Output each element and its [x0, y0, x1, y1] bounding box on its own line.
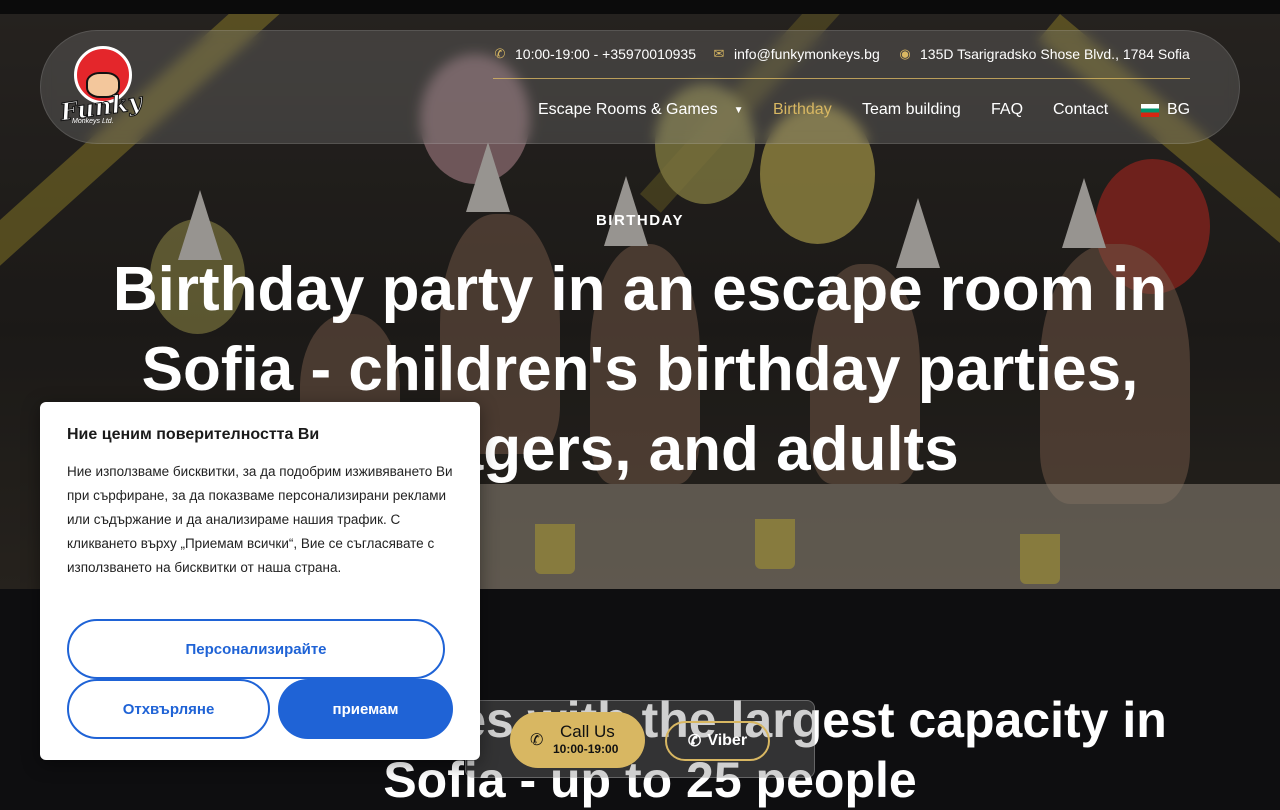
nav-contact[interactable]: Contact	[1053, 98, 1108, 122]
nav-faq-label: FAQ	[991, 101, 1024, 118]
viber-button[interactable]: ✆ Viber	[665, 721, 770, 761]
phone-icon: ✆	[530, 732, 544, 749]
mail-icon: ✉	[713, 46, 725, 61]
nav-escape-label: Escape Rooms & Games	[538, 101, 718, 118]
nav-contact-label: Contact	[1053, 101, 1109, 118]
nav-team-building[interactable]: Team building	[862, 98, 961, 122]
email-text: info@funkymonkeys.bg	[734, 46, 880, 62]
nav-faq[interactable]: FAQ	[991, 98, 1023, 122]
language-label: BG	[1167, 101, 1191, 118]
cookie-body: Ние използваме бисквитки, за да подобрим…	[67, 464, 453, 575]
call-us-label: Call Us	[560, 722, 615, 741]
cookie-title: Ние ценим поверителността Ви	[67, 426, 320, 443]
customize-button[interactable]: Персонализирайте	[67, 619, 445, 679]
viber-icon: ✆	[687, 733, 702, 750]
reject-button[interactable]: Отхвърляне	[67, 679, 270, 739]
header-divider	[493, 78, 1190, 79]
nav-birthday-label: Birthday	[773, 101, 832, 118]
address-text: 135D Tsarigradsko Shose Blvd., 1784 Sofi…	[920, 46, 1190, 62]
viber-label: Viber	[707, 732, 748, 749]
location-pin-icon: ◉	[899, 46, 911, 61]
phone-icon: ✆	[494, 46, 506, 61]
site-logo[interactable]: Funky Monkeys Ltd.	[58, 44, 144, 130]
logo-subtext: Monkeys Ltd.	[72, 118, 114, 125]
top-strip	[0, 0, 1280, 14]
hero-eyebrow: BIRTHDAY	[595, 212, 685, 229]
phone-text: 10:00-19:00 - +35970010935	[515, 46, 696, 62]
nav-team-label: Team building	[862, 101, 961, 118]
phone-contact[interactable]: ✆ 10:00-19:00 - +35970010935	[493, 44, 696, 64]
call-us-button[interactable]: ✆ Call Us 10:00-19:00	[510, 712, 645, 768]
nav-escape-rooms[interactable]: Escape Rooms & Games ▼	[538, 98, 744, 122]
cookie-consent-dialog: Ние ценим поверителността Ви Ние използв…	[40, 402, 480, 760]
address-contact[interactable]: ◉ 135D Tsarigradsko Shose Blvd., 1784 So…	[898, 44, 1190, 64]
call-us-hours: 10:00-19:00	[553, 742, 619, 756]
bulgaria-flag-icon	[1141, 103, 1159, 117]
nav-birthday[interactable]: Birthday	[773, 98, 832, 122]
email-contact[interactable]: ✉ info@funkymonkeys.bg	[712, 44, 880, 64]
chevron-down-icon: ▼	[733, 104, 744, 116]
language-switcher[interactable]: BG	[1141, 98, 1190, 122]
accept-button[interactable]: приемам	[278, 679, 453, 739]
